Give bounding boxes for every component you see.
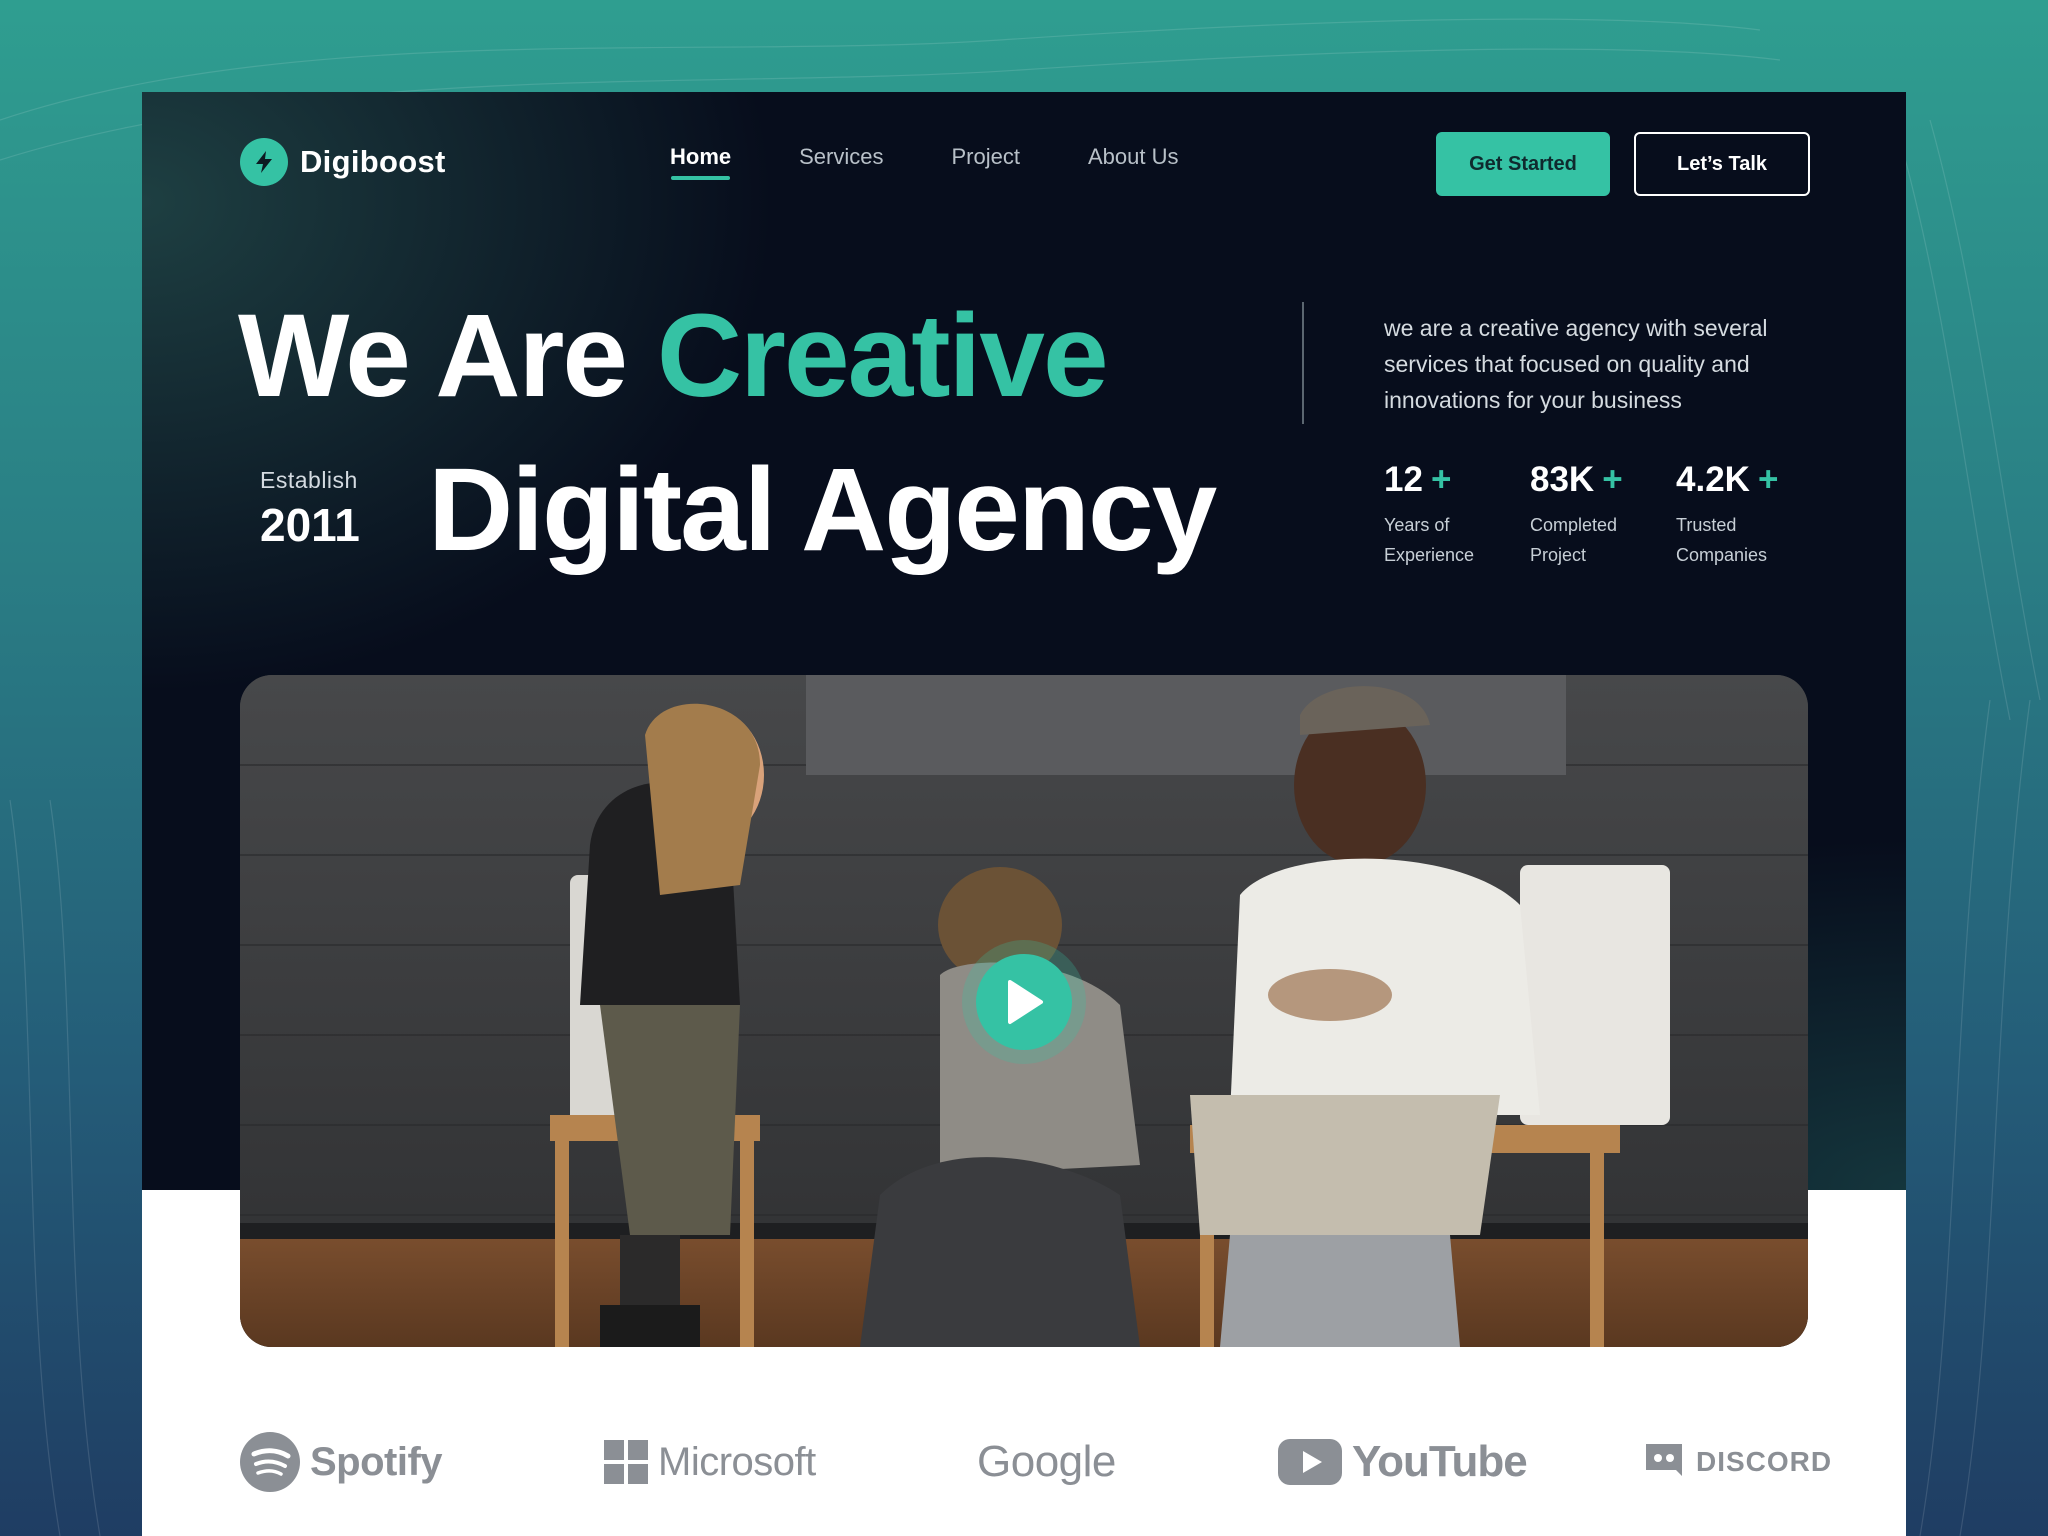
nav-active-indicator xyxy=(671,176,731,180)
divider xyxy=(1302,302,1304,424)
brand-discord: DISCORD xyxy=(1642,1432,1832,1492)
stat-label-line: Companies xyxy=(1676,545,1768,565)
brand-spotify: Spotify xyxy=(240,1432,443,1492)
headline-line-2: Digital Agency xyxy=(428,444,1217,576)
stat-value: 83K + xyxy=(1530,460,1676,500)
nav-item-label: Services xyxy=(799,144,884,169)
stat-label-line: Experience xyxy=(1384,545,1475,565)
brand-name: YouTube xyxy=(1352,1437,1528,1486)
microsoft-icon xyxy=(604,1440,648,1484)
stat-number: 12 xyxy=(1384,460,1423,499)
stat-label-line: Trusted xyxy=(1676,515,1737,535)
establish-year: 2011 xyxy=(260,499,360,551)
lets-talk-button[interactable]: Let’s Talk xyxy=(1634,132,1810,196)
stat-number: 83K xyxy=(1530,460,1595,499)
stat-companies: 4.2K + Trusted Companies xyxy=(1676,460,1822,570)
nav-item-project[interactable]: Project xyxy=(951,144,1019,180)
headline-accent: Creative xyxy=(656,290,1109,422)
brand-youtube: YouTube xyxy=(1278,1432,1528,1492)
headline-prefix: We Are xyxy=(238,290,628,422)
nav-item-label: About Us xyxy=(1087,144,1179,169)
play-button[interactable] xyxy=(976,954,1072,1050)
brand-name: Google xyxy=(977,1437,1116,1486)
brand-name: Spotify xyxy=(310,1439,443,1484)
brand-logos: Spotify Microsoft Google YouTube DISCORD xyxy=(142,1432,1906,1492)
stat-label-line: Years of xyxy=(1384,515,1450,535)
stat-years: 12 + Years of Experience xyxy=(1384,460,1530,570)
stat-label: Trusted Companies xyxy=(1676,510,1822,570)
hero-video[interactable] xyxy=(240,675,1808,1347)
stat-plus: + xyxy=(1757,460,1779,499)
brand-google: Google xyxy=(977,1432,1116,1492)
stat-value: 4.2K + xyxy=(1676,460,1822,500)
stat-value: 12 + xyxy=(1384,460,1530,500)
stat-projects: 83K + Completed Project xyxy=(1530,460,1676,570)
stat-label-line: Project xyxy=(1530,545,1587,565)
main-nav: Home Services Project About Us xyxy=(670,144,1246,180)
brand-microsoft: Microsoft xyxy=(604,1432,816,1492)
youtube-icon xyxy=(1278,1439,1342,1485)
establish-label: Establish xyxy=(260,467,358,493)
play-icon xyxy=(1008,980,1043,1024)
stat-plus: + xyxy=(1430,460,1452,499)
headline-line-1: We Are Creative xyxy=(238,290,1109,422)
discord-icon xyxy=(1646,1444,1682,1476)
stat-label-line: Completed xyxy=(1530,515,1618,535)
get-started-button[interactable]: Get Started xyxy=(1436,132,1610,196)
stat-plus: + xyxy=(1602,460,1623,499)
logo-text: Digiboost xyxy=(300,144,446,179)
stat-label: Years of Experience xyxy=(1384,510,1530,570)
lightning-icon xyxy=(240,138,288,186)
nav-item-label: Project xyxy=(951,144,1020,169)
stat-number: 4.2K xyxy=(1676,460,1750,499)
stat-label: Completed Project xyxy=(1530,510,1676,570)
landing-page: Digiboost Home Services Project About Us… xyxy=(142,92,1906,1536)
spotify-icon xyxy=(240,1432,300,1492)
logo[interactable]: Digiboost xyxy=(240,138,446,186)
nav-item-about-us[interactable]: About Us xyxy=(1088,144,1179,180)
nav-item-label: Home xyxy=(670,144,732,169)
nav-item-services[interactable]: Services xyxy=(799,144,883,180)
stats: 12 + Years of Experience 83K + Completed Pro… xyxy=(1384,460,1822,570)
brand-name: DISCORD xyxy=(1696,1446,1833,1477)
nav-item-home[interactable]: Home xyxy=(670,144,731,180)
hero-description: we are a creative agency with several se… xyxy=(1384,315,1768,413)
brand-name: Microsoft xyxy=(658,1439,816,1484)
